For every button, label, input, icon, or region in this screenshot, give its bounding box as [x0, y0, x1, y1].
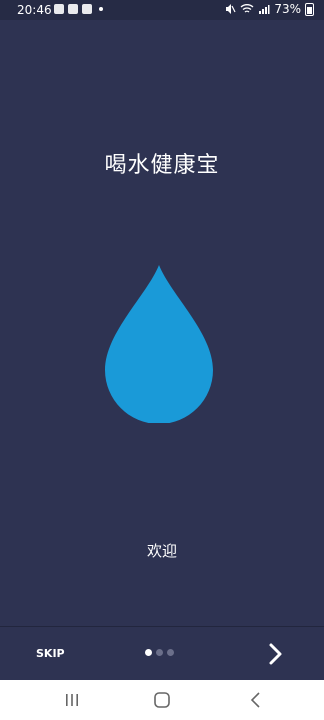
recent-apps-button[interactable] [61, 690, 83, 710]
skip-button[interactable]: SKIP [36, 647, 65, 660]
page-dot-1[interactable] [145, 649, 152, 656]
app-notification-icon [82, 4, 92, 14]
status-right-icons: 73% [224, 2, 314, 16]
gmail-icon [68, 4, 78, 14]
next-button[interactable] [262, 640, 290, 668]
battery-icon [305, 2, 314, 16]
mute-icon [226, 4, 236, 14]
status-time: 20:46 [17, 3, 52, 17]
welcome-text: 欢迎 [146, 542, 177, 560]
status-left-icons [54, 4, 103, 14]
page-indicator [145, 649, 174, 656]
home-button[interactable] [151, 690, 173, 710]
app-title: 喝水健康宝 [104, 153, 220, 178]
signal-icon [259, 5, 270, 14]
status-bar: 20:46 73% [0, 0, 324, 20]
back-button[interactable] [245, 690, 267, 710]
page-dot-3[interactable] [167, 649, 174, 656]
onboarding-footer: SKIP [0, 626, 324, 681]
chevron-right-icon [269, 643, 282, 665]
notification-dot-icon [99, 7, 103, 11]
battery-percentage: 73% [274, 2, 301, 16]
wifi-icon [240, 4, 254, 13]
system-nav-bar [0, 680, 324, 720]
page-dot-2[interactable] [156, 649, 163, 656]
water-drop-icon [105, 265, 213, 423]
gallery-icon [54, 4, 64, 14]
